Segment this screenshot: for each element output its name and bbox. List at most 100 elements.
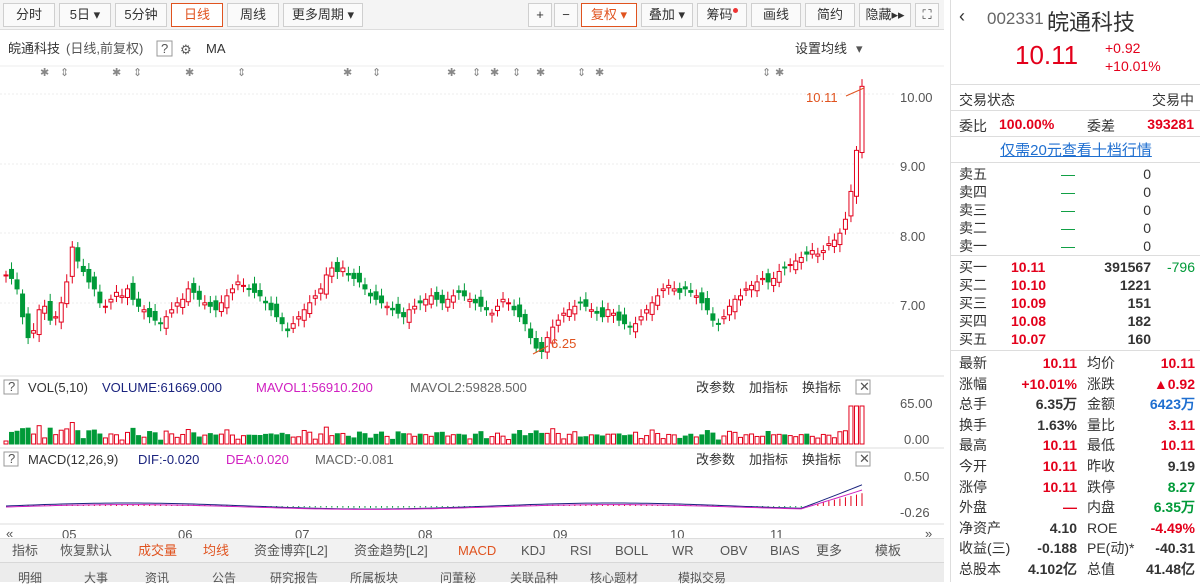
- indicator-tab[interactable]: 恢复默认: [60, 542, 112, 560]
- info-tab[interactable]: 核心题材: [590, 569, 638, 586]
- volume-bar: [489, 436, 495, 445]
- info-tab[interactable]: 资讯: [145, 569, 169, 586]
- info-tab[interactable]: 模拟交易: [678, 569, 726, 586]
- volume-bar: [351, 437, 357, 445]
- stat-value: 4.102亿: [1027, 561, 1077, 577]
- simple-button[interactable]: 简约: [805, 3, 855, 27]
- volume-bar: [749, 433, 755, 445]
- candle: [483, 307, 489, 311]
- macd-change-indicator[interactable]: 换指标: [802, 452, 841, 467]
- info-tab[interactable]: 关联品种: [510, 569, 558, 586]
- event-marker-icon[interactable]: ⇕: [133, 66, 142, 79]
- info-tab[interactable]: 所属板块: [350, 569, 398, 586]
- ma-label: MA: [206, 41, 226, 56]
- event-marker-icon[interactable]: ✱: [490, 66, 499, 79]
- candle: [782, 266, 788, 269]
- stat-value: 1.63%: [1037, 416, 1077, 433]
- indicator-tab[interactable]: 成交量: [138, 542, 177, 560]
- volume-bar: [390, 438, 396, 445]
- stat-value: 41.48亿: [1145, 561, 1195, 577]
- tab-weekly[interactable]: 周线: [227, 3, 279, 27]
- candle: [660, 288, 666, 292]
- volume-bar: [412, 435, 418, 445]
- candle: [445, 298, 451, 308]
- draw-line-button[interactable]: 画线: [751, 3, 801, 27]
- vol-change-indicator[interactable]: 换指标: [802, 380, 841, 395]
- volume-bar: [42, 437, 48, 445]
- indicator-tab[interactable]: 指标: [12, 542, 38, 560]
- volume-bar: [301, 429, 307, 445]
- candle: [693, 295, 699, 298]
- candle: [853, 149, 859, 197]
- overlay-button[interactable]: 叠加 ▾: [641, 3, 693, 27]
- event-marker-icon[interactable]: ✱: [595, 66, 604, 79]
- back-chevron-icon[interactable]: ‹: [959, 6, 965, 27]
- tab-more-period[interactable]: 更多周期 ▾: [283, 3, 363, 27]
- hide-button[interactable]: 隐藏▸▸: [859, 3, 911, 27]
- stat-label: 内盘: [1087, 499, 1115, 516]
- macd-modify-params[interactable]: 改参数: [696, 452, 735, 467]
- kline-chart[interactable]: 皖通科技 (日线,前复权) ? ⚙ MA 设置均线 ▾ ✱ ⇕ ✱ ⇕ ✱ ⇕ ✱ ⇕ ✱ ⇕ ✱ ⇕…: [0, 30, 944, 550]
- event-marker-icon[interactable]: ⇕: [60, 66, 69, 79]
- info-tab[interactable]: 问董秘: [440, 569, 476, 586]
- candle: [202, 302, 208, 306]
- event-marker-icon[interactable]: ✱: [447, 66, 456, 79]
- candle: [517, 304, 523, 318]
- zoom-out-button[interactable]: −: [554, 3, 578, 27]
- event-marker-icon[interactable]: ✱: [536, 66, 545, 79]
- tab-5min[interactable]: 5分钟: [115, 3, 167, 27]
- volume-bar: [235, 438, 241, 445]
- event-marker-icon[interactable]: ✱: [112, 66, 121, 79]
- info-tab[interactable]: 大事: [84, 569, 108, 586]
- chip-button[interactable]: 筹码: [697, 3, 747, 27]
- candle: [544, 337, 550, 353]
- quote-row: 收益(三) -0.188 PE(动)* -40.31: [951, 539, 1200, 557]
- vol-modify-params[interactable]: 改参数: [696, 380, 735, 395]
- indicator-tab[interactable]: OBV: [720, 542, 747, 560]
- event-marker-icon[interactable]: ✱: [343, 66, 352, 79]
- event-marker-icon[interactable]: ✱: [775, 66, 784, 79]
- level2-link[interactable]: 仅需20元查看十档行情: [951, 139, 1200, 160]
- ma-setting-button[interactable]: 设置均线: [795, 41, 847, 56]
- bid-volume: 160: [1127, 331, 1151, 347]
- event-marker-icon[interactable]: ⇕: [577, 66, 586, 79]
- fullscreen-icon[interactable]: ⛶: [915, 3, 939, 27]
- candle: [837, 232, 843, 246]
- volume-bar: [274, 434, 280, 445]
- volume-bar: [218, 433, 224, 445]
- indicator-tab[interactable]: 模板: [875, 542, 901, 560]
- indicator-tab[interactable]: 资金博弈[L2]: [254, 542, 328, 560]
- candle: [616, 311, 622, 321]
- tab-fenshi[interactable]: 分时: [3, 3, 55, 27]
- event-marker-icon[interactable]: ⇕: [372, 66, 381, 79]
- event-marker-icon[interactable]: ✱: [40, 66, 49, 79]
- event-marker-icon[interactable]: ⇕: [472, 66, 481, 79]
- tab-5day[interactable]: 5日 ▾: [59, 3, 111, 27]
- indicator-tab[interactable]: WR: [672, 542, 694, 560]
- candle: [235, 281, 241, 286]
- zoom-in-button[interactable]: +: [528, 3, 552, 27]
- macd-add-indicator[interactable]: 加指标: [749, 452, 788, 467]
- event-marker-icon[interactable]: ⇕: [512, 66, 521, 79]
- ask-label: 卖四: [959, 184, 987, 200]
- event-marker-icon[interactable]: ✱: [185, 66, 194, 79]
- event-marker-icon[interactable]: ⇕: [237, 66, 246, 79]
- indicator-tab[interactable]: 均线: [203, 542, 229, 560]
- event-marker-icon[interactable]: ⇕: [762, 66, 771, 79]
- gear-icon[interactable]: ⚙: [180, 42, 192, 57]
- indicator-tab[interactable]: BOLL: [615, 542, 648, 560]
- indicator-tab[interactable]: 资金趋势[L2]: [354, 542, 428, 560]
- info-tab[interactable]: 研究报告: [270, 569, 318, 586]
- candle: [704, 298, 710, 311]
- indicator-tab[interactable]: 更多: [816, 542, 842, 560]
- vol-add-indicator[interactable]: 加指标: [749, 380, 788, 395]
- indicator-tab[interactable]: MACD: [458, 542, 496, 560]
- tab-daily[interactable]: 日线: [171, 3, 223, 27]
- info-tab[interactable]: 明细: [18, 569, 42, 586]
- indicator-tab[interactable]: RSI: [570, 542, 592, 560]
- indicator-tab[interactable]: BIAS: [770, 542, 800, 560]
- indicator-tab[interactable]: KDJ: [521, 542, 546, 560]
- fuquan-button[interactable]: 复权 ▾: [581, 3, 637, 27]
- candle: [86, 268, 92, 283]
- info-tab[interactable]: 公告: [212, 569, 236, 586]
